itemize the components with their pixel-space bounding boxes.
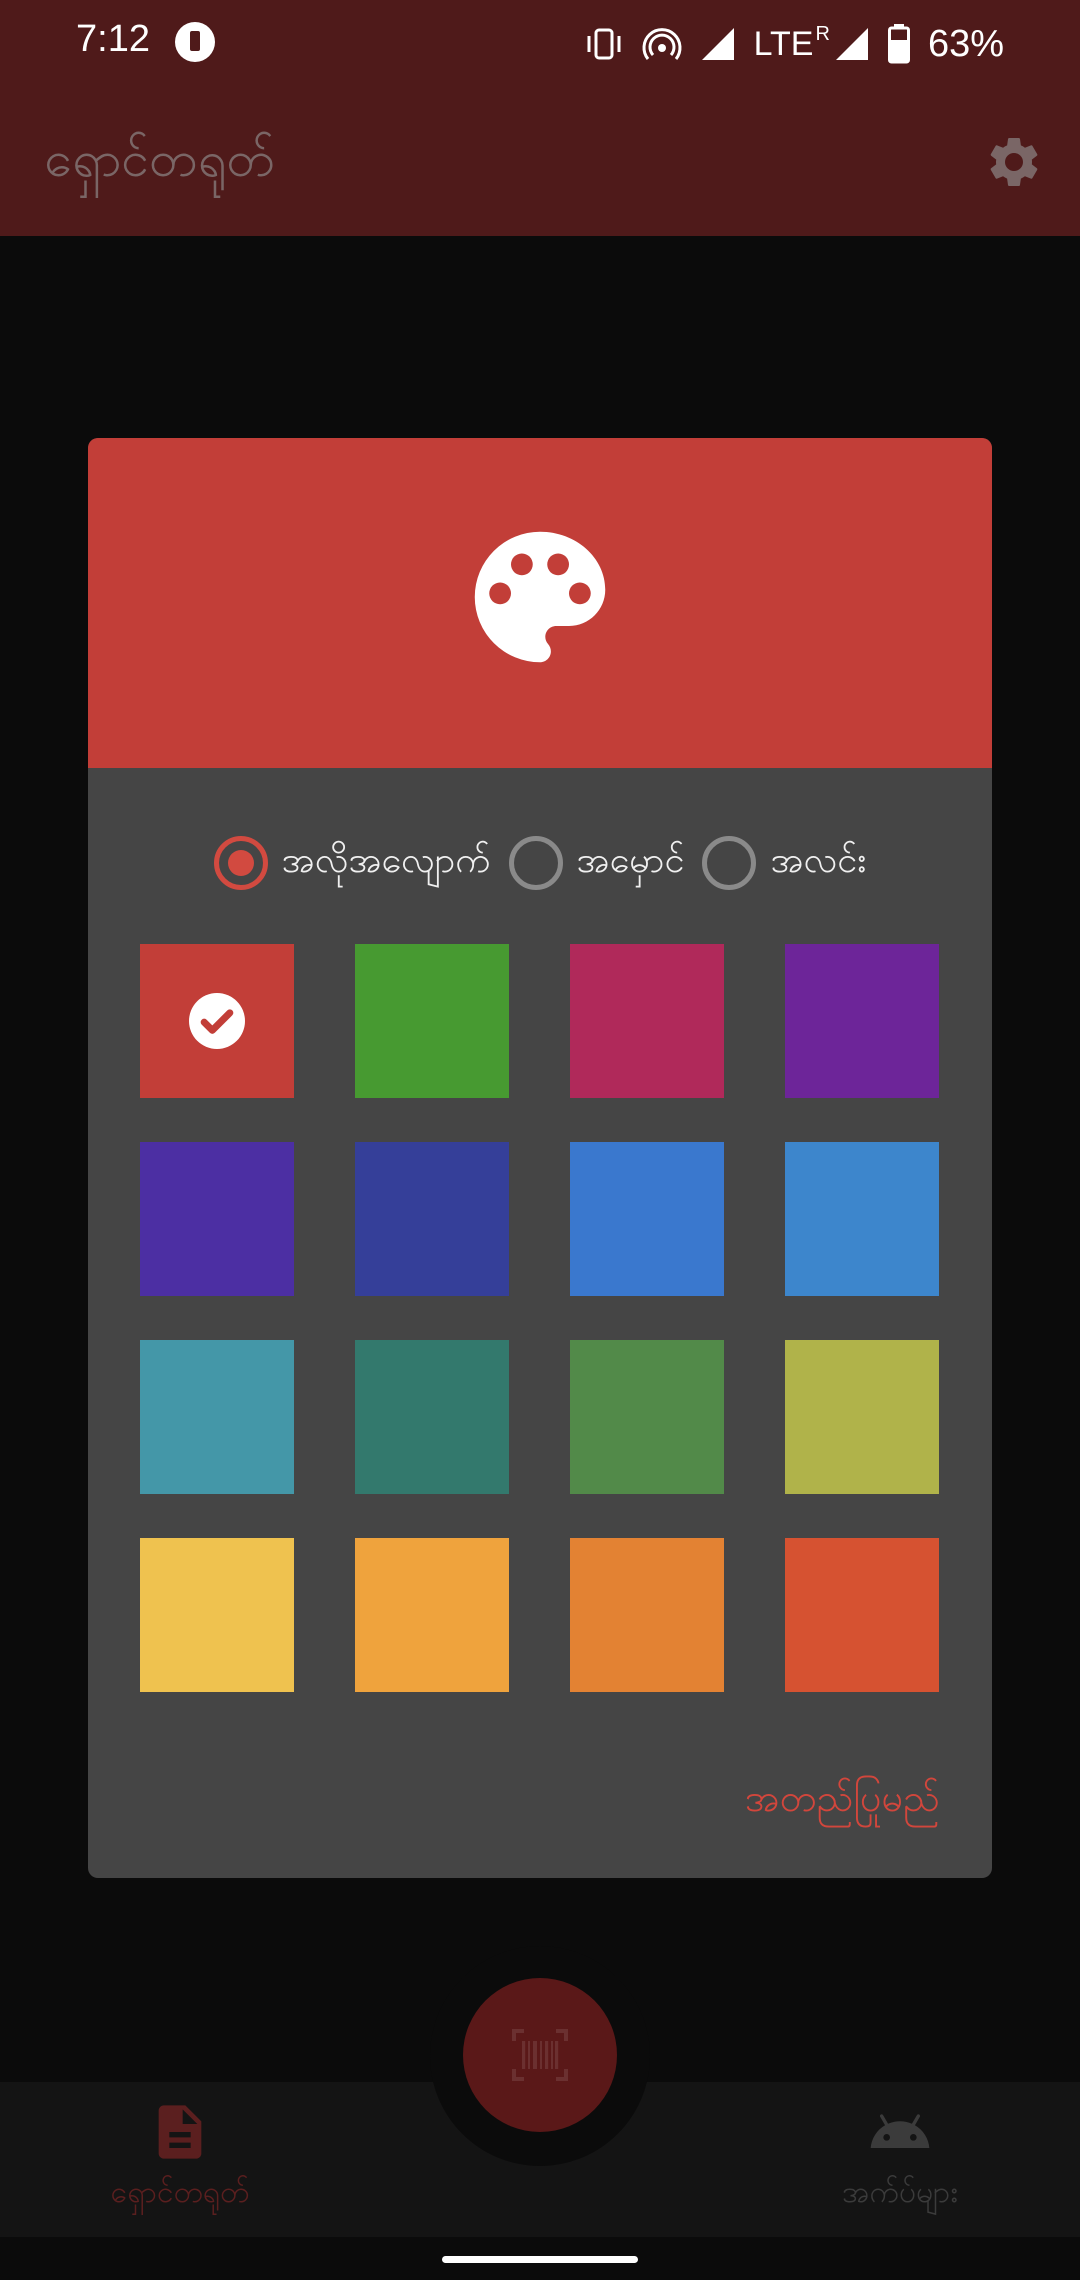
color-swatch[interactable]: [140, 1142, 294, 1296]
status-time: 7:12: [76, 18, 150, 60]
color-swatch[interactable]: [570, 1340, 724, 1494]
color-swatch[interactable]: [140, 944, 294, 1098]
radio-dark-label: အမှောင်: [576, 840, 685, 881]
theme-mode-radio-group: အလိုအလျောက် အမှောင် အလင်း: [88, 818, 992, 908]
radio-light-circle[interactable]: [702, 836, 757, 890]
hotspot-icon: [642, 28, 682, 60]
radio-auto[interactable]: အလိုအလျောက်: [213, 836, 491, 890]
radio-auto-circle[interactable]: [213, 836, 268, 890]
battery-level: 63%: [927, 22, 1004, 65]
color-swatch[interactable]: [785, 944, 939, 1098]
barcode-scan-icon: [512, 2029, 568, 2081]
radio-light[interactable]: အလင်း: [702, 836, 866, 890]
nav-item-shop[interactable]: ရှောင်တရုတ်: [70, 2100, 290, 2217]
app-bar: ရှောင်တရုတ်: [0, 88, 1080, 236]
nav-label-apps: အက်ပ်များ: [842, 2175, 958, 2210]
palette-icon: [474, 531, 606, 663]
color-swatch[interactable]: [785, 1142, 939, 1296]
color-swatch[interactable]: [140, 1340, 294, 1494]
status-bar: 7:12 LTE R 63%: [0, 0, 1080, 88]
signal-icon-2: [835, 28, 868, 60]
theme-dialog: အလိုအလျောက် အမှောင် အလင်း အတည်ပြုမည်: [88, 438, 992, 1878]
color-swatch[interactable]: [785, 1538, 939, 1692]
scan-fab-button[interactable]: [463, 1978, 617, 2132]
battery-icon: [887, 24, 910, 64]
color-swatch[interactable]: [570, 944, 724, 1098]
nav-label-shop: ရှောင်တရုတ်: [110, 2175, 250, 2210]
radio-auto-label: အလိုအလျောက်: [281, 840, 491, 881]
radio-light-label: အလင်း: [770, 840, 867, 881]
app-title: ရှောင်တရုတ်: [44, 130, 276, 188]
dialog-header: [88, 438, 992, 768]
color-swatch[interactable]: [785, 1340, 939, 1494]
color-swatch[interactable]: [570, 1538, 724, 1692]
document-icon: [158, 2105, 202, 2159]
status-icons: LTE R 63%: [584, 16, 1004, 72]
check-icon: [189, 993, 245, 1049]
radio-dark-circle[interactable]: [508, 836, 563, 890]
home-indicator[interactable]: [442, 2256, 638, 2263]
nav-item-apps[interactable]: အက်ပ်များ: [790, 2100, 1010, 2217]
color-swatch[interactable]: [355, 1340, 509, 1494]
signal-icon: [701, 28, 734, 60]
network-type: LTE: [753, 24, 814, 63]
radio-dark[interactable]: အမှောင်: [508, 836, 685, 890]
color-swatch[interactable]: [355, 1538, 509, 1692]
color-swatch[interactable]: [355, 944, 509, 1098]
confirm-button[interactable]: အတည်ပြုမည်: [745, 1774, 940, 1830]
roaming-indicator: R: [815, 22, 830, 45]
vibrate-icon: [587, 28, 621, 60]
notification-icon: [175, 22, 215, 62]
color-swatch[interactable]: [570, 1142, 724, 1296]
gear-icon[interactable]: [984, 132, 1044, 192]
screen: 7:12 LTE R 63% ရှောင်တရုတ် အလိုအလျောက် အ…: [0, 0, 1080, 2280]
color-swatch[interactable]: [140, 1538, 294, 1692]
color-swatch[interactable]: [355, 1142, 509, 1296]
android-icon: [870, 2114, 930, 2148]
